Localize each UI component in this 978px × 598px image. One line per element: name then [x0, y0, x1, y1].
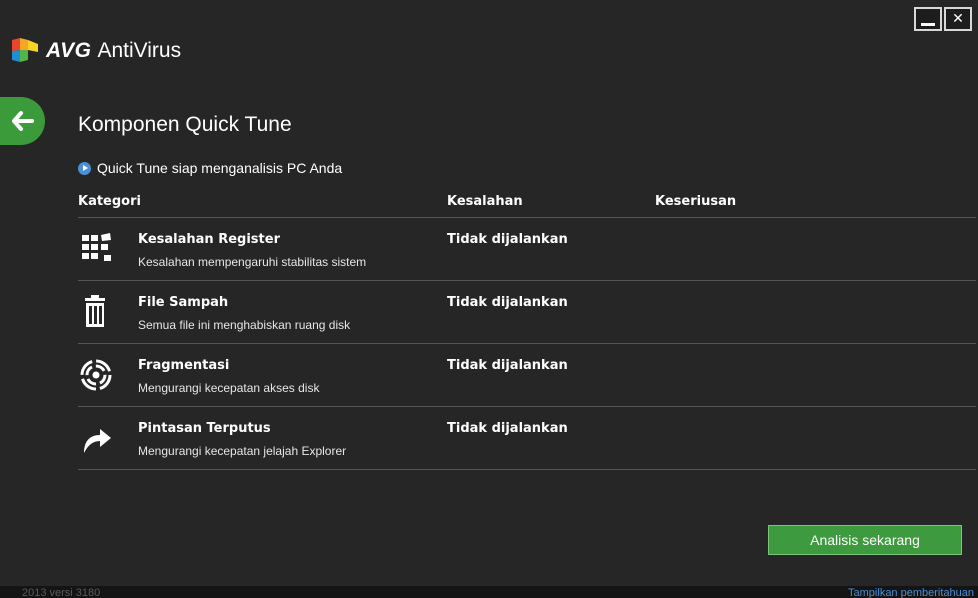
row-name: Pintasan Terputus — [138, 421, 271, 436]
row-description: Semua file ini menghabiskan ruang disk — [138, 318, 351, 332]
row-description: Mengurangi kecepatan jelajah Explorer — [138, 444, 347, 458]
row-name: Fragmentasi — [138, 358, 230, 373]
back-arrow-icon — [11, 111, 34, 131]
table-header: Kategori Kesalahan Keseriusan — [78, 191, 976, 218]
close-button[interactable]: ✕ — [944, 7, 972, 31]
minimize-icon — [921, 22, 935, 26]
broken-shortcut-icon — [84, 429, 111, 453]
product-name: AntiVirus — [97, 39, 182, 62]
avg-logo-icon — [12, 38, 38, 62]
row-error-status: Tidak dijalankan — [447, 295, 568, 310]
fragmentation-icon — [80, 359, 112, 391]
row-description: Kesalahan mempengaruhi stabilitas sistem — [138, 255, 367, 269]
results-table: Kategori Kesalahan Keseriusan Kesalahan … — [78, 191, 976, 470]
back-button[interactable] — [0, 97, 45, 145]
status-text: Quick Tune siap menganalisis PC Anda — [97, 160, 343, 176]
row-description: Mengurangi kecepatan akses disk — [138, 381, 320, 395]
analyze-now-button[interactable]: Analisis sekarang — [768, 525, 962, 555]
play-status-icon — [78, 161, 91, 175]
window-controls: ✕ — [914, 7, 972, 31]
page-title: Komponen Quick Tune — [78, 113, 292, 136]
row-error-status: Tidak dijalankan — [447, 358, 568, 373]
table-row-junk-files[interactable]: File Sampah Semua file ini menghabiskan … — [78, 281, 976, 344]
row-name: Kesalahan Register — [138, 232, 280, 247]
column-header-severity: Keseriusan — [655, 194, 737, 209]
table-row-fragmentation[interactable]: Fragmentasi Mengurangi kecepatan akses d… — [78, 344, 976, 407]
column-header-category: Kategori — [78, 194, 141, 209]
app-window: ✕ AVG AntiVirus Komponen Quick Tune Quick… — [0, 0, 978, 598]
row-error-status: Tidak dijalankan — [447, 232, 568, 247]
row-error-status: Tidak dijalankan — [447, 421, 568, 436]
version-label: 2013 versi 3180 — [22, 587, 101, 598]
trash-icon — [85, 295, 105, 327]
app-logo: AVG AntiVirus — [10, 38, 181, 64]
table-row-broken-shortcuts[interactable]: Pintasan Terputus Mengurangi kecepatan j… — [78, 407, 976, 470]
brand-name: AVG — [46, 39, 92, 62]
row-name: File Sampah — [138, 295, 229, 310]
minimize-button[interactable] — [914, 7, 942, 31]
table-row-registry[interactable]: Kesalahan Register Kesalahan mempengaruh… — [78, 218, 976, 281]
close-icon: ✕ — [952, 11, 964, 27]
show-notifications-link[interactable]: Tampilkan pemberitahuan — [848, 587, 974, 598]
column-header-errors: Kesalahan — [447, 194, 523, 209]
registry-icon — [82, 233, 111, 261]
footer-bar: 2013 versi 3180 Tampilkan pemberitahuan — [0, 586, 978, 598]
status-line: Quick Tune siap menganalisis PC Anda — [78, 160, 342, 176]
